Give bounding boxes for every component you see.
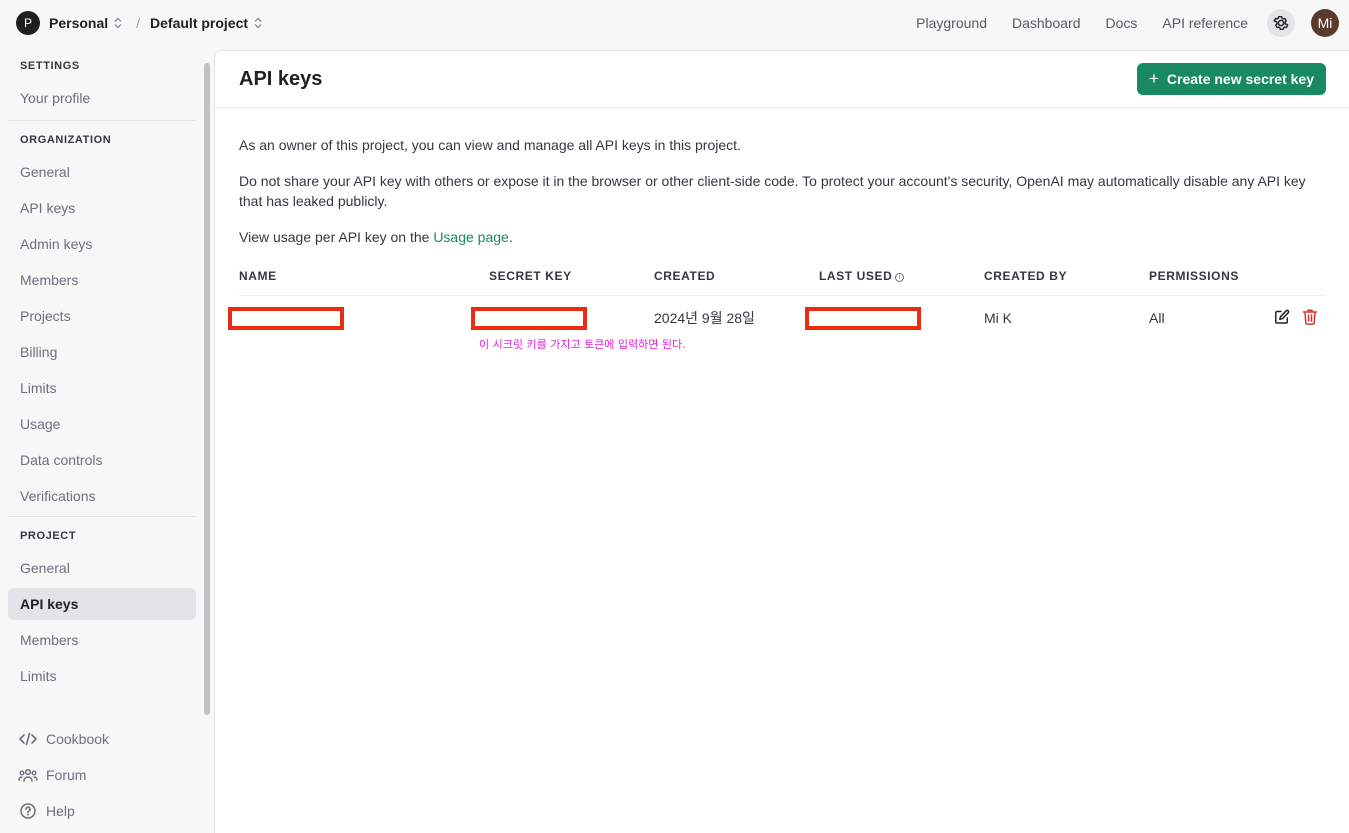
sidebar-footer-links: Cookbook Forum Help: [8, 723, 204, 831]
sidebar-link-help[interactable]: Help: [8, 795, 204, 827]
top-bar: P Personal / Default project Playground …: [0, 0, 1349, 46]
forum-label: Forum: [46, 767, 87, 783]
col-header-created-by: CREATED BY: [984, 269, 1149, 296]
owner-description: As an owner of this project, you can vie…: [239, 137, 741, 153]
section-label-organization: ORGANIZATION: [20, 134, 112, 146]
sidebar-nav: SETTINGS Your profile ORGANIZATION Gener…: [0, 46, 204, 716]
section-label-project: PROJECT: [20, 530, 77, 542]
sidebar: SETTINGS Your profile ORGANIZATION Gener…: [0, 46, 214, 833]
user-avatar[interactable]: Mi: [1311, 9, 1339, 37]
org-name: Personal: [49, 15, 109, 31]
code-icon: [18, 732, 38, 746]
create-secret-key-button[interactable]: + Create new secret key: [1136, 63, 1326, 95]
usage-hint-text: View usage per API key on the: [239, 229, 434, 245]
col-header-name: NAME: [239, 269, 489, 296]
redaction-box: [805, 306, 921, 330]
info-icon[interactable]: i: [895, 273, 905, 282]
col-header-last-used: LAST USED i: [819, 269, 984, 296]
help-label: Help: [46, 803, 75, 819]
help-icon: [18, 803, 38, 819]
usage-page-link[interactable]: Usage page: [433, 229, 509, 245]
sidebar-item-usage[interactable]: Usage: [8, 408, 196, 440]
top-nav: Playground Dashboard Docs API reference …: [891, 9, 1339, 37]
nav-dashboard[interactable]: Dashboard: [1012, 15, 1081, 31]
sidebar-item-org-api-keys[interactable]: API keys: [8, 192, 196, 224]
col-header-secret-key: SECRET KEY: [489, 269, 654, 296]
edit-key-button[interactable]: [1274, 309, 1290, 328]
sidebar-item-project-limits[interactable]: Limits: [8, 660, 196, 692]
project-name: Default project: [150, 15, 249, 31]
last-used-label: LAST USED: [819, 269, 893, 283]
breadcrumb-separator: /: [136, 15, 141, 31]
nav-api-reference[interactable]: API reference: [1162, 15, 1248, 31]
section-label-settings: SETTINGS: [20, 60, 80, 72]
redaction-box: [471, 306, 587, 330]
sidebar-item-admin-keys[interactable]: Admin keys: [8, 228, 196, 260]
org-switcher[interactable]: Personal: [49, 15, 122, 31]
sidebar-item-project-members[interactable]: Members: [8, 624, 196, 656]
cell-last-used: [805, 295, 984, 341]
cell-created: 2024년 9월 28일: [654, 310, 755, 327]
sidebar-item-project-api-keys[interactable]: API keys: [8, 588, 196, 620]
cell-secret-key: [471, 295, 654, 341]
people-icon: [18, 768, 38, 782]
sidebar-item-org-members[interactable]: Members: [8, 264, 196, 296]
nav-playground[interactable]: Playground: [916, 15, 987, 31]
usage-hint: View usage per API key on the Usage page…: [239, 227, 1325, 247]
redaction-box: [228, 306, 344, 330]
settings-button[interactable]: [1267, 9, 1295, 37]
sidebar-item-data-controls[interactable]: Data controls: [8, 444, 196, 476]
usage-hint-period: .: [508, 229, 513, 245]
sidebar-scrollbar[interactable]: [204, 63, 210, 715]
cell-created-by: Mi K: [984, 310, 1012, 327]
page-content: As an owner of this project, you can vie…: [215, 108, 1349, 341]
create-secret-key-label: Create new secret key: [1166, 71, 1314, 87]
gear-icon: [1273, 15, 1289, 31]
delete-key-button[interactable]: [1302, 308, 1318, 328]
page-header: API keys + Create new secret key: [215, 51, 1349, 108]
sidebar-divider: [8, 516, 196, 517]
cell-actions: [1256, 295, 1326, 341]
project-switcher[interactable]: Default project: [150, 15, 262, 31]
pencil-icon: [1275, 309, 1290, 324]
main-panel: API keys + Create new secret key As an o…: [214, 50, 1349, 833]
col-header-created: CREATED: [654, 269, 819, 296]
cell-name: [228, 295, 489, 341]
nav-docs[interactable]: Docs: [1105, 15, 1137, 31]
sidebar-item-verifications[interactable]: Verifications: [8, 480, 196, 512]
sidebar-item-your-profile[interactable]: Your profile: [8, 82, 196, 114]
sidebar-link-forum[interactable]: Forum: [8, 759, 204, 791]
sidebar-item-projects[interactable]: Projects: [8, 300, 196, 332]
cell-permissions: All: [1149, 310, 1165, 327]
plus-icon: +: [1148, 69, 1159, 88]
sidebar-item-billing[interactable]: Billing: [8, 336, 196, 368]
security-warning: Do not share your API key with others or…: [239, 173, 1306, 209]
chevron-updown-icon: [114, 17, 122, 29]
sidebar-divider: [8, 120, 196, 121]
scrollbar-thumb[interactable]: [204, 63, 210, 715]
org-avatar[interactable]: P: [16, 11, 40, 35]
trash-icon: [1302, 309, 1318, 326]
sidebar-item-project-general[interactable]: General: [8, 552, 196, 584]
sidebar-item-org-general[interactable]: General: [8, 156, 196, 188]
table-row: 2024년 9월 28일 Mi K All: [228, 295, 1326, 341]
annotation-note: 이 시크릿 키를 가지고 토큰에 입력하면 된다.: [479, 338, 686, 351]
sidebar-link-cookbook[interactable]: Cookbook: [8, 723, 204, 755]
api-keys-table: NAME SECRET KEY CREATED LAST USED i CREAT…: [228, 269, 1326, 341]
col-header-permissions: PERMISSIONS: [1149, 269, 1256, 296]
table-header-row: NAME SECRET KEY CREATED LAST USED i CREAT…: [239, 269, 1326, 296]
col-header-actions: [1256, 269, 1326, 296]
page-title: API keys: [239, 67, 323, 90]
chevron-updown-icon: [254, 17, 262, 29]
sidebar-item-org-limits[interactable]: Limits: [8, 372, 196, 404]
cookbook-label: Cookbook: [46, 731, 110, 747]
